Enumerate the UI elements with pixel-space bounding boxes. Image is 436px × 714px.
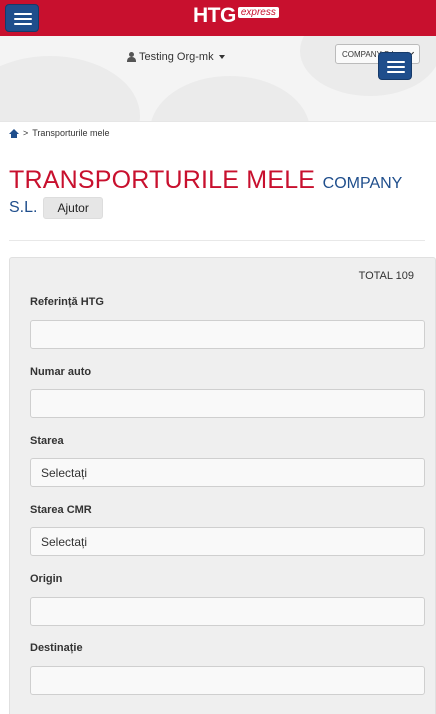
reference-input[interactable]	[30, 320, 425, 349]
divider	[9, 240, 425, 241]
destination-input[interactable]	[30, 666, 425, 695]
home-icon[interactable]	[9, 128, 19, 138]
cmr-status-select[interactable]: Selectați	[30, 527, 425, 556]
reference-label: Referință HTG	[30, 296, 104, 308]
destination-label: Destinație	[30, 642, 83, 654]
hamburger-icon-line	[14, 23, 32, 25]
user-menu[interactable]: Testing Org-mk	[127, 51, 225, 63]
hamburger-icon-line	[387, 61, 405, 63]
cmr-status-label: Starea CMR	[30, 504, 92, 516]
sub-header: Testing Org-mk COMPANY S.L.	[0, 36, 436, 122]
user-icon	[127, 52, 136, 62]
brand-logo[interactable]: HTG express	[193, 4, 279, 28]
hamburger-icon-line	[14, 13, 32, 15]
company-name-suffix: S.L.	[9, 199, 38, 216]
status-select[interactable]: Selectați	[30, 458, 425, 487]
help-button[interactable]: Ajutor	[43, 197, 103, 219]
total-count: TOTAL 109	[358, 270, 414, 282]
company-name: COMPANY	[322, 175, 403, 192]
plate-number-label: Numar auto	[30, 366, 92, 378]
logo-subtext: express	[237, 7, 279, 18]
filter-panel: TOTAL 109 Referință HTG Numar auto Stare…	[9, 257, 436, 714]
origin-label: Origin	[30, 573, 63, 585]
caret-down-icon	[218, 55, 225, 59]
breadcrumb: > Transporturile mele	[9, 128, 109, 138]
logo-text: HTG	[193, 4, 236, 27]
plate-number-input[interactable]	[30, 389, 425, 418]
secondary-menu-button[interactable]	[378, 52, 412, 80]
top-bar: HTG express	[0, 0, 436, 36]
page-title: TRANSPORTURILE MELE	[9, 166, 316, 194]
breadcrumb-separator: >	[23, 128, 29, 138]
status-label: Starea	[30, 435, 64, 447]
user-name: Testing Org-mk	[139, 51, 214, 63]
hamburger-icon-line	[387, 71, 405, 73]
hamburger-icon-line	[387, 66, 405, 68]
page-heading: TRANSPORTURILE MELE COMPANY S.L. Ajutor	[9, 165, 429, 219]
hamburger-icon-line	[14, 18, 32, 20]
breadcrumb-current: Transporturile mele	[32, 128, 110, 138]
menu-toggle-button[interactable]	[5, 4, 39, 32]
origin-input[interactable]	[30, 597, 425, 626]
